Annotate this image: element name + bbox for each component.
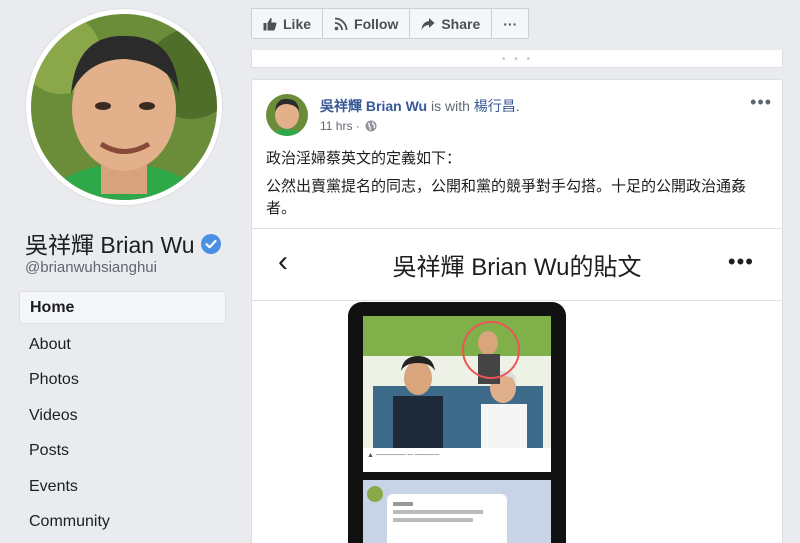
news-photo <box>363 316 551 448</box>
avatar <box>31 14 217 200</box>
main-column: Like Follow Share ··· • • • 吳祥輝 Brian Wu… <box>238 0 800 543</box>
verified-badge-icon <box>200 233 221 254</box>
page-name-text[interactable]: 吳祥輝 Brian Wu <box>25 226 195 260</box>
post-body: 政治淫婦蔡英文的定義如下： 公然出賣黨提名的同志，公開和黨的競爭對手勾搭。十足的… <box>266 148 766 226</box>
nav-item-home[interactable]: Home <box>19 291 226 324</box>
follow-button[interactable]: Follow <box>323 9 411 38</box>
embed-title: 吳祥輝 Brian Wu的貼文 <box>392 254 642 281</box>
share-button[interactable]: Share <box>410 9 493 38</box>
rss-follow-icon <box>334 17 348 31</box>
like-label: Like <box>283 15 312 32</box>
post-meta: 11 hrs · <box>320 119 377 133</box>
post-card: 吳祥輝 Brian Wu is with 楊行昌. 11 hrs · ••• 政… <box>251 79 783 543</box>
share-arrow-icon <box>421 17 435 31</box>
left-column: 吳祥輝 Brian Wu @brianwuhsianghui Home Abou… <box>0 0 237 543</box>
post-text-line: 政治淫婦蔡英文的定義如下： <box>266 150 462 167</box>
nav-item-about[interactable]: About <box>19 327 226 363</box>
post-with-text: is with <box>430 98 470 114</box>
post-options-icon[interactable]: ••• <box>750 92 772 113</box>
nav-item-videos[interactable]: Videos <box>19 398 226 434</box>
post-header: 吳祥輝 Brian Wu is with 楊行昌. <box>320 96 520 116</box>
post-timestamp[interactable]: 11 hrs · <box>320 119 360 133</box>
page-handle[interactable]: @brianwuhsianghui <box>25 259 157 276</box>
page-action-bar: Like Follow Share ··· <box>251 8 530 39</box>
thumbs-up-icon <box>263 17 277 31</box>
author-photo <box>266 94 308 136</box>
post-text-line: 公然出賣黨提名的同志，公開和黨的競爭對手勾搭。十足的公開政治通姦者。 <box>266 178 747 217</box>
more-options-label: ··· <box>503 15 518 32</box>
globe-icon[interactable] <box>365 120 377 132</box>
embed-body: ▲ ────── ─ ───── <box>252 302 782 543</box>
share-label: Share <box>441 15 481 32</box>
nav-item-posts[interactable]: Posts <box>19 433 226 469</box>
divider-dots: • • • <box>502 54 534 65</box>
shared-screenshot[interactable]: ‹ 吳祥輝 Brian Wu的貼文 ••• ▲ ────── ─ ───── <box>252 228 782 543</box>
news-caption: ▲ ────── ─ ───── <box>363 448 551 472</box>
more-options-button[interactable]: ··· <box>492 9 528 38</box>
nav-item-community[interactable]: Community <box>19 504 226 540</box>
embed-more-icon: ••• <box>727 249 754 274</box>
page-nav: Home About Photos Videos Posts Events Co… <box>19 291 226 540</box>
profile-picture[interactable] <box>26 9 222 205</box>
nav-item-events[interactable]: Events <box>19 469 226 505</box>
tagged-user-link[interactable]: 楊行昌. <box>474 98 520 114</box>
avatar-photo <box>31 14 217 200</box>
like-button[interactable]: Like <box>252 9 324 38</box>
nav-item-photos[interactable]: Photos <box>19 362 226 398</box>
post-author-avatar[interactable] <box>266 94 308 136</box>
previous-card-bottom: • • • <box>251 50 783 68</box>
post-author-link[interactable]: 吳祥輝 Brian Wu <box>320 98 427 114</box>
chat-screenshot <box>363 480 551 543</box>
follow-label: Follow <box>354 15 399 32</box>
phone-screenshot: ▲ ────── ─ ───── <box>348 302 566 543</box>
page-title[interactable]: 吳祥輝 Brian Wu <box>25 226 221 260</box>
embed-header: ‹ 吳祥輝 Brian Wu的貼文 ••• <box>252 229 782 301</box>
